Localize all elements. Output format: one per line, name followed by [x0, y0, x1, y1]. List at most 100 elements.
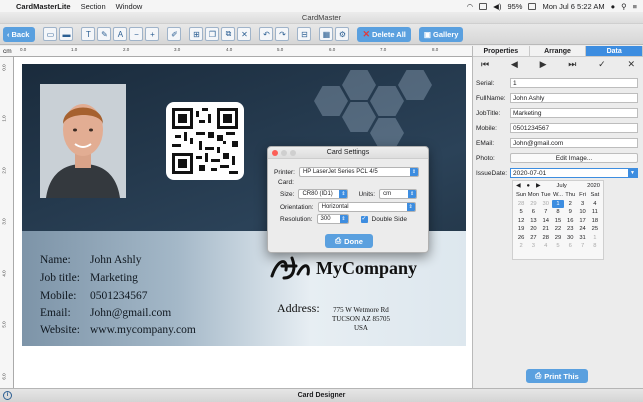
address-block[interactable]: 775 W Wetmore Rd TUCSON AZ 85705 USA	[332, 306, 390, 333]
calendar-day[interactable]: 5	[515, 208, 527, 217]
calendar-day[interactable]: 18	[589, 217, 601, 226]
calendar-day[interactable]: 6	[527, 208, 539, 217]
undo-icon[interactable]: ↶	[259, 27, 274, 41]
calendar-day[interactable]: 30	[564, 234, 576, 243]
calendar-day[interactable]: 26	[515, 234, 527, 243]
close-record-icon[interactable]: ✕	[627, 59, 635, 70]
calendar-day[interactable]: 16	[564, 217, 576, 226]
user-icon[interactable]: ●	[611, 2, 616, 11]
calendar-day[interactable]: 24	[576, 225, 588, 234]
units-select[interactable]: cm ⇕	[379, 189, 418, 199]
check-icon[interactable]: ✓	[598, 59, 606, 70]
menubar-clock[interactable]: Mon Jul 6 5:22 AM	[542, 2, 604, 11]
calendar-day[interactable]: 5	[552, 242, 564, 251]
font-size-icon[interactable]: A	[113, 27, 128, 41]
calendar-day[interactable]: 7	[576, 242, 588, 251]
card-website-value[interactable]: www.mycompany.com	[90, 324, 196, 336]
calendar-day[interactable]: 2	[564, 200, 576, 209]
calendar-day[interactable]: 31	[576, 234, 588, 243]
serial-field[interactable]: 1	[510, 78, 638, 88]
calendar-day[interactable]: 21	[540, 225, 552, 234]
zoom-in-icon[interactable]: +	[145, 27, 160, 41]
card-mobile-value[interactable]: 0501234567	[90, 290, 148, 302]
calendar-day[interactable]: 29	[527, 200, 539, 209]
card-front-icon[interactable]: ▭	[43, 27, 58, 41]
printer-select[interactable]: HP LaserJet Series PCL 4/5 ⇕	[298, 167, 419, 177]
info-icon[interactable]: i	[3, 391, 12, 400]
jobtitle-field[interactable]: Marketing	[510, 108, 638, 118]
calendar-day[interactable]: 3	[527, 242, 539, 251]
calendar-day[interactable]: 17	[576, 217, 588, 226]
zoom-out-icon[interactable]: −	[129, 27, 144, 41]
today-dot-icon[interactable]: ●	[526, 183, 530, 189]
card-name-value[interactable]: John Ashly	[90, 254, 141, 266]
last-record-icon[interactable]: ⏭	[568, 59, 576, 70]
next-record-icon[interactable]: ▶	[540, 59, 547, 70]
tab-arrange[interactable]: Arrange	[529, 46, 587, 57]
pen-tool-icon[interactable]: ✎	[97, 27, 112, 41]
calendar-day[interactable]: 2	[515, 242, 527, 251]
card-job-value[interactable]: Marketing	[90, 272, 138, 284]
email-field[interactable]: John@gmail.com	[510, 138, 638, 148]
qr-code[interactable]	[166, 102, 244, 180]
gallery-button[interactable]: ▣ Gallery	[418, 26, 464, 42]
menu-window[interactable]: Window	[116, 2, 143, 11]
calendar-day[interactable]: 6	[564, 242, 576, 251]
next-month-icon[interactable]: ▶	[536, 183, 540, 189]
calendar-day[interactable]: 8	[552, 208, 564, 217]
calendar-day[interactable]: 11	[589, 208, 601, 217]
profile-photo[interactable]	[40, 84, 126, 198]
calendar-day[interactable]: 28	[515, 200, 527, 209]
first-record-icon[interactable]: ⏮	[481, 59, 489, 70]
flag-icon[interactable]	[479, 2, 488, 10]
text-tool-icon[interactable]: T	[81, 27, 96, 41]
company-logo-block[interactable]: MyCompany	[270, 256, 417, 280]
volume-icon[interactable]: ◀)	[493, 2, 501, 11]
battery-icon[interactable]	[528, 2, 537, 10]
minimize-icon[interactable]	[281, 150, 287, 156]
done-button[interactable]: ⎙ Done	[325, 234, 373, 248]
duplicate-icon[interactable]: ❐	[205, 27, 220, 41]
print-this-button[interactable]: ⎙ Print This	[526, 369, 588, 383]
qr-code-icon[interactable]: ▦	[319, 27, 334, 41]
calendar-day[interactable]: 4	[589, 200, 601, 209]
calendar-day[interactable]: 15	[552, 217, 564, 226]
calendar-day[interactable]: 9	[564, 208, 576, 217]
edit-icon[interactable]: ✐	[167, 27, 182, 41]
gear-icon[interactable]: ⚙	[335, 27, 350, 41]
menu-section[interactable]: Section	[81, 2, 106, 11]
tab-properties[interactable]: Properties	[473, 46, 530, 57]
calendar-day[interactable]: 7	[540, 208, 552, 217]
calendar-day[interactable]: 29	[552, 234, 564, 243]
calendar-day[interactable]: 22	[552, 225, 564, 234]
calendar-day[interactable]: 12	[515, 217, 527, 226]
calendar-day[interactable]: 10	[576, 208, 588, 217]
mobile-field[interactable]: 0501234567	[510, 123, 638, 133]
card-email-value[interactable]: John@gmail.com	[90, 307, 171, 319]
zoom-icon[interactable]	[290, 150, 296, 156]
fullname-field[interactable]: John Ashly	[510, 93, 638, 103]
calendar-day[interactable]: 14	[540, 217, 552, 226]
delete-element-icon[interactable]: ✕	[237, 27, 252, 41]
calendar-day[interactable]: 3	[576, 200, 588, 209]
clone-icon[interactable]: ⧉	[221, 27, 236, 41]
back-button[interactable]: ‹ Back	[3, 26, 36, 42]
database-icon[interactable]: ⊟	[297, 27, 312, 41]
calendar-day[interactable]: 30	[540, 200, 552, 209]
control-center-icon[interactable]: ≡	[633, 2, 637, 11]
chevron-down-icon[interactable]: ▼	[628, 169, 637, 177]
card-back-icon[interactable]: ▬	[59, 27, 74, 41]
prev-record-icon[interactable]: ◀	[511, 59, 518, 70]
calendar-day[interactable]: 13	[527, 217, 539, 226]
calendar-day[interactable]: 8	[589, 242, 601, 251]
app-menu[interactable]: CardMasterLite	[16, 2, 71, 11]
close-icon[interactable]	[272, 150, 278, 156]
delete-all-button[interactable]: ✕ Delete All	[357, 26, 411, 42]
wifi-icon[interactable]: ◠	[467, 2, 474, 11]
calendar-day[interactable]: 27	[527, 234, 539, 243]
spotlight-icon[interactable]: ⚲	[621, 2, 627, 11]
double-side-checkbox[interactable]: ✓	[360, 215, 368, 223]
resolution-select[interactable]: 300 ⇕	[316, 214, 349, 224]
prev-month-icon[interactable]: ◀	[516, 183, 520, 189]
redo-icon[interactable]: ↷	[275, 27, 290, 41]
